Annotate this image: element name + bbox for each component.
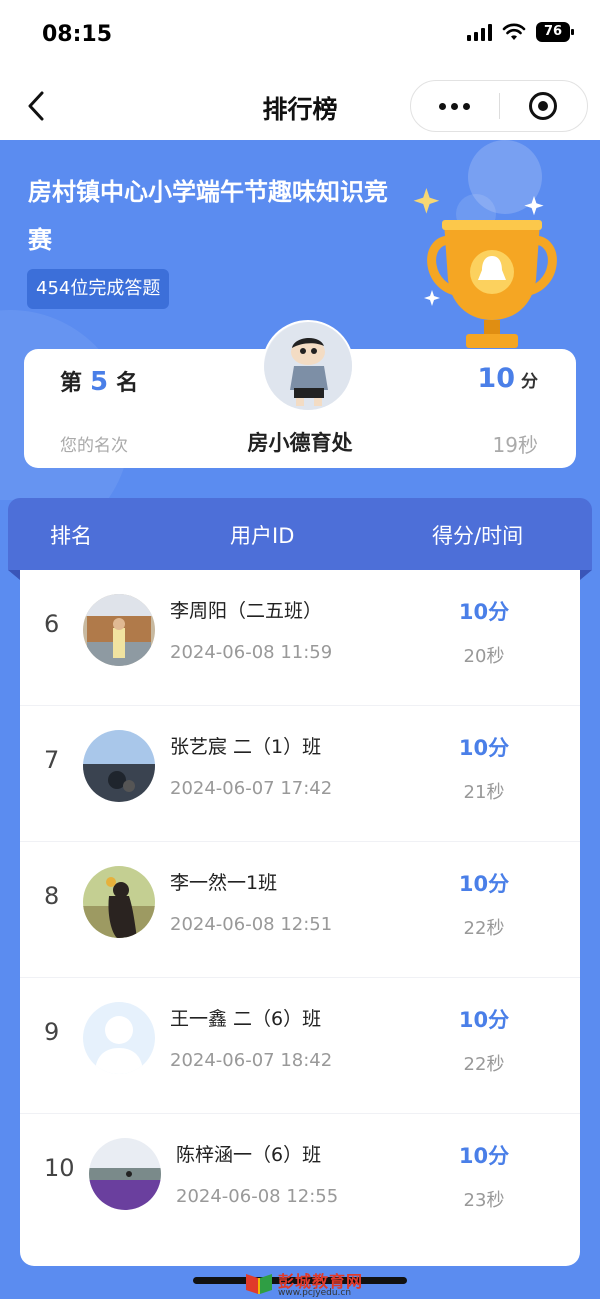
battery-icon: 76 — [536, 22, 574, 42]
row-username: 王一鑫 二（6）班 — [170, 1008, 322, 1030]
ribbon-fold — [8, 570, 20, 580]
row-rank: 8 — [44, 882, 60, 910]
watermark-url: www.pcjyedu.cn — [278, 1288, 352, 1298]
trophy-icon — [413, 188, 557, 348]
avatar — [83, 594, 155, 666]
row-time: 22秒 — [463, 918, 505, 939]
avatar — [83, 866, 155, 938]
close-button[interactable] — [500, 81, 588, 131]
my-rank-number: 5 — [90, 367, 109, 397]
row-time: 23秒 — [463, 1190, 505, 1211]
row-date: 2024-06-08 12:51 — [170, 914, 333, 935]
my-score: 10 分 — [477, 363, 538, 394]
my-score-unit: 分 — [521, 372, 538, 392]
target-icon — [529, 92, 558, 120]
row-rank: 9 — [44, 1018, 60, 1046]
ribbon-fold — [580, 570, 592, 580]
row-date: 2024-06-08 11:59 — [170, 642, 333, 663]
row-rank: 10 — [44, 1154, 75, 1182]
list-item[interactable]: 8 李一然一1班 2024-06-08 12:51 10分 22秒 — [20, 842, 580, 978]
row-time: 21秒 — [463, 782, 505, 803]
more-dots-icon — [439, 102, 471, 110]
row-rank: 7 — [44, 746, 60, 774]
row-score: 10分 — [458, 1008, 510, 1032]
list-item[interactable]: 9 王一鑫 二（6）班 2024-06-07 18:42 10分 22秒 — [20, 978, 580, 1114]
col-rank-header: 排名 — [50, 524, 92, 548]
wifi-icon — [502, 23, 526, 40]
row-date: 2024-06-07 17:42 — [170, 778, 333, 799]
avatar — [83, 730, 155, 802]
more-button[interactable] — [411, 81, 499, 131]
rank-prefix: 第 — [60, 371, 83, 396]
avatar — [83, 1002, 155, 1074]
avatar — [89, 1138, 161, 1210]
status-icons: 76 — [467, 22, 574, 42]
event-title: 房村镇中心小学端午节趣味知识竞赛 — [28, 178, 388, 254]
row-username: 张艺宸 二（1）班 — [170, 736, 322, 758]
my-time: 19秒 — [492, 433, 538, 457]
row-username: 陈梓涵一（6）班 — [176, 1144, 322, 1166]
list-item[interactable]: 6 李周阳（二五班） 2024-06-08 11:59 10分 20秒 — [20, 570, 580, 706]
top-bar: 08:15 76 排行榜 — [0, 0, 600, 140]
completion-badge: 454位完成答题 — [27, 269, 170, 309]
row-score: 10分 — [458, 736, 510, 760]
status-time: 08:15 — [42, 22, 113, 47]
leaderboard-header: 排名 用户ID 得分/时间 — [8, 498, 592, 570]
row-username: 李周阳（二五班） — [170, 600, 323, 622]
my-rank-line: 第5名 — [60, 365, 138, 397]
avatar — [262, 320, 354, 412]
row-date: 2024-06-08 12:55 — [176, 1186, 339, 1207]
row-score: 10分 — [458, 600, 510, 624]
row-score: 10分 — [458, 872, 510, 896]
row-time: 22秒 — [463, 1054, 505, 1075]
col-user-header: 用户ID — [230, 524, 295, 548]
book-logo-icon — [246, 1274, 272, 1294]
row-time: 20秒 — [463, 646, 505, 667]
my-score-value: 10 — [477, 363, 515, 394]
leaderboard-list[interactable]: 6 李周阳（二五班） 2024-06-08 11:59 10分 20秒 7 张艺… — [20, 570, 580, 1266]
row-username: 李一然一1班 — [170, 872, 278, 894]
row-rank: 6 — [44, 610, 60, 638]
list-item[interactable]: 7 张艺宸 二（1）班 2024-06-07 17:42 10分 21秒 — [20, 706, 580, 842]
rank-suffix: 名 — [116, 371, 139, 396]
row-score: 10分 — [458, 1144, 510, 1168]
signal-icon — [467, 23, 492, 41]
mini-program-capsule — [410, 80, 588, 132]
watermark: 彭城教育网 www.pcjyedu.cn — [244, 1268, 368, 1298]
list-item[interactable]: 10 陈梓涵一（6）班 2024-06-08 12:55 10分 23秒 — [20, 1114, 580, 1250]
col-score-header: 得分/时间 — [432, 524, 524, 548]
row-date: 2024-06-07 18:42 — [170, 1050, 333, 1071]
